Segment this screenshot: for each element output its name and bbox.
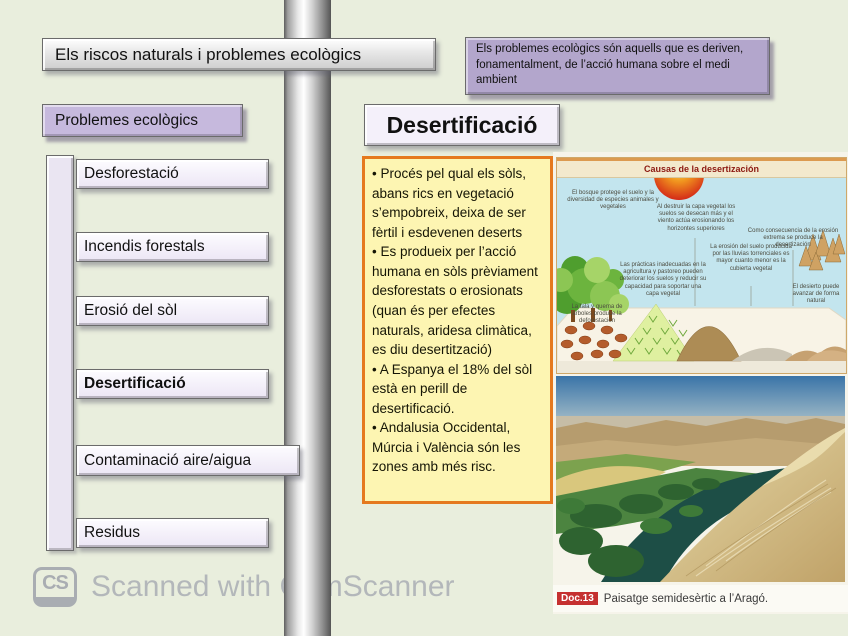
section-heading-label: Desertificació (387, 112, 538, 139)
diagram-label: El bosque protege el suelo y la diversid… (563, 190, 663, 212)
bullet-item: Es produeix per l’acció humana en sòls p… (372, 242, 543, 359)
bullet-item: Procés pel qual els sòls, abans rics en … (372, 164, 543, 242)
section-heading: Desertificació (364, 104, 560, 146)
slide-title: Els riscos naturals i problemes ecològic… (42, 38, 436, 71)
menu-item-desforestacio: Desforestació (76, 159, 269, 189)
menu-item-label: Erosió del sòl (84, 302, 177, 320)
menu-item-label: Incendis forestals (84, 238, 205, 256)
camscanner-logo-letters: CS (42, 572, 68, 595)
diagram-title: Causas de la desertización (557, 161, 846, 178)
doc-badge: Doc.13 (557, 592, 598, 605)
menu-item-label: Desertificació (84, 375, 186, 393)
figure-caption: Doc.13 Paisatge semidesèrtic a l’Aragó. (553, 585, 848, 612)
desertification-diagram: Causas de la desertización (556, 157, 847, 374)
definition-text: Els problemes ecològics són aquells que … (476, 42, 759, 89)
diagram-title-label: Causas de la desertización (644, 164, 759, 174)
photo-semidesert-landscape (556, 376, 845, 582)
bullet-item: A Espanya el 18% del sòl està en perill … (372, 360, 543, 419)
diagram-label: La tala y quema de árboles produce la de… (567, 304, 627, 326)
menu-header-button: Problemes ecològics (42, 104, 243, 137)
divider-pole (284, 0, 331, 636)
diagram-label: El desierto puede avanzar de forma natur… (789, 284, 843, 306)
menu-item-incendis: Incendis forestals (76, 232, 269, 262)
menu-header-label: Problemes ecològics (55, 112, 198, 130)
menu-item-erosio: Erosió del sòl (76, 296, 269, 326)
diagram-label: Al destruir la capa vegetal los suelos s… (655, 204, 737, 233)
caption-text: Paisatge semidesèrtic a l’Aragó. (604, 593, 768, 605)
info-box: Procés pel qual els sòls, abans rics en … (362, 156, 553, 504)
diagram-label: La erosión del suelo producida por las l… (709, 244, 793, 273)
slide-title-label: Els riscos naturals i problemes ecològic… (55, 45, 361, 65)
camscanner-logo-icon: CS (33, 567, 77, 607)
menu-item-desertificacio: Desertificació (76, 369, 269, 399)
menu-item-contaminacio: Contaminació aire/aigua (76, 445, 300, 476)
definition-box: Els problemes ecològics són aquells que … (465, 37, 770, 95)
menu-item-label: Residus (84, 524, 140, 542)
watermark-text: Scanned with CamScanner (91, 570, 455, 604)
menu-link-bracket (46, 155, 74, 551)
menu-item-residus: Residus (76, 518, 269, 548)
diagram-label: Las prácticas inadecuadas en la agricult… (619, 262, 707, 298)
menu-item-label: Desforestació (84, 165, 179, 183)
camscanner-watermark: CS Scanned with CamScanner (33, 567, 455, 607)
bullet-item: Andalusia Occidental, Múrcia i València … (372, 418, 543, 477)
menu-item-label: Contaminació aire/aigua (84, 452, 251, 470)
